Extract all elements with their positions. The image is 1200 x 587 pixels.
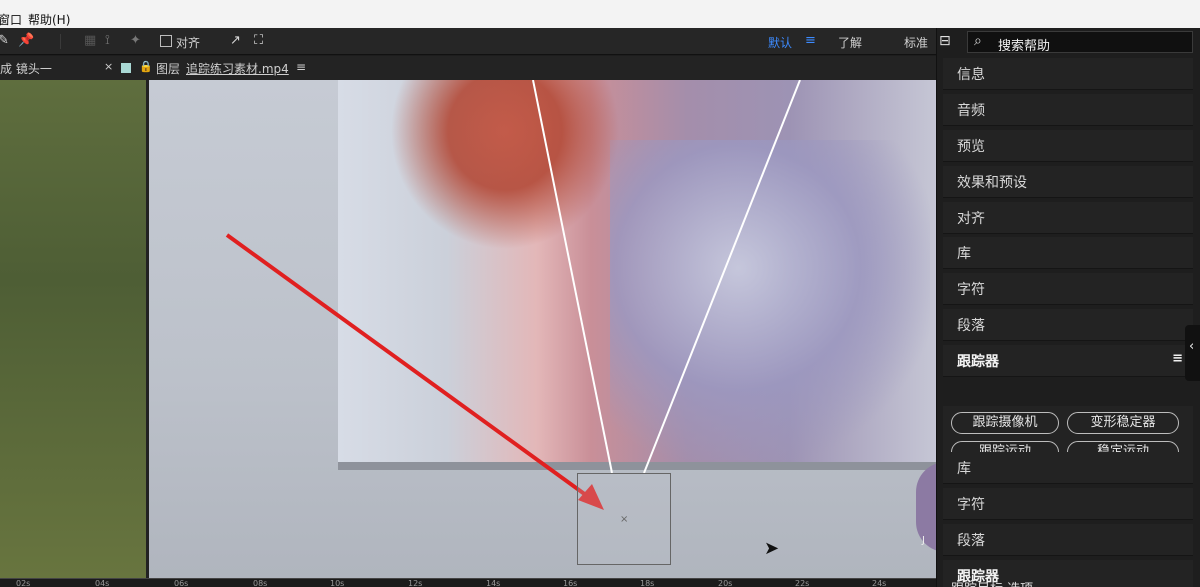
axis-icon[interactable]: ↗ [230, 33, 241, 48]
chevron-left-icon: ‹ [1189, 339, 1195, 354]
panel-title: 效果和预设 [957, 175, 1027, 191]
workspace-learn[interactable]: 了解 [838, 34, 862, 51]
ruler-tick: 12s [408, 579, 423, 587]
snap-icon[interactable]: ⛶ [254, 33, 263, 48]
panel-effects-presets[interactable]: 效果和预设 [943, 166, 1193, 198]
tracker-bottom-controls[interactable]: 跟踪目标 选项 [951, 578, 1191, 587]
track-guide-line-right [643, 80, 801, 474]
panel-title: 库 [957, 461, 971, 477]
track-camera-button[interactable]: 跟踪摄像机 [951, 412, 1059, 434]
search-help-label: 搜索帮助 [998, 39, 1051, 54]
panel-character[interactable]: 字符 [943, 273, 1193, 305]
tools-toolbar: ✎ 📌 ▦ ⟟ ✦ 对齐 ↗ ⛶ 默认 ≡ 了解 标准 [0, 28, 940, 55]
tab-composition[interactable]: 成 镜头一 [0, 60, 52, 77]
track-guide-line-left [532, 80, 613, 474]
menu-bar: 窗口 帮助(H) [0, 0, 1200, 28]
panel-title: 段落 [957, 533, 985, 549]
panel-align[interactable]: 对齐 [943, 202, 1193, 234]
thumbnail-letter: J [922, 535, 925, 546]
panel-character-2[interactable]: 字符 [943, 488, 1193, 520]
align-checkbox[interactable] [160, 35, 172, 47]
layer-viewer[interactable]: × ➤ J [0, 80, 940, 578]
move-cursor-icon: ➤ [764, 538, 780, 559]
right-panel-dock: ⊟ ⌕ 搜索帮助 信息 音频 预览 效果和预设 对齐 库 字符 段落 跟踪器 ≡… [936, 28, 1200, 587]
search-icon: ⌕ [974, 33, 982, 49]
panel-title: 对齐 [957, 211, 985, 227]
toolbar-separator [60, 34, 61, 49]
annotation-arrow-shaft [225, 233, 592, 500]
panel-title: 预览 [957, 139, 985, 155]
puppet-pin-icon[interactable]: ✦ [130, 33, 141, 48]
panel-title: 跟踪器 [957, 354, 999, 370]
shape-tool-icon[interactable]: ▦ [84, 33, 96, 48]
tab-layer-label: 图层 [156, 62, 181, 76]
pen-icon[interactable]: ✎ [0, 33, 9, 48]
warp-stabilizer-button[interactable]: 变形稳定器 [1067, 412, 1179, 434]
track-point-marker[interactable]: × [620, 514, 628, 525]
panel-audio[interactable]: 音频 [943, 94, 1193, 126]
ruler-tick: 24s [872, 579, 887, 587]
ruler-tick: 22s [795, 579, 810, 587]
menu-help[interactable]: 帮助(H) [28, 11, 70, 28]
panel-info[interactable]: 信息 [943, 58, 1193, 90]
panel-tracker-header[interactable]: 跟踪器 ≡ [943, 345, 1193, 377]
panel-title: 库 [957, 246, 971, 262]
panel-title: 音频 [957, 103, 985, 119]
panel-title: 字符 [957, 282, 985, 298]
panel-libraries-2[interactable]: 库 [943, 452, 1193, 484]
ruler-tick: 16s [563, 579, 578, 587]
workspace-default[interactable]: 默认 [768, 34, 792, 51]
ruler-tick: 10s [330, 579, 345, 587]
ruler-tick: 18s [640, 579, 655, 587]
ruler-tick: 08s [253, 579, 268, 587]
ruler-tick: 04s [95, 579, 110, 587]
tab-layer-source[interactable]: 追踪练习素材.mp4 [186, 60, 289, 77]
tab-menu-icon[interactable]: ≡ [296, 60, 306, 74]
panel-title: 字符 [957, 497, 985, 513]
align-label: 对齐 [176, 36, 201, 50]
ruler-tick: 06s [174, 579, 189, 587]
panel-tab-bar: 成 镜头一 × 🔒 图层 追踪练习素材.mp4 ≡ [0, 56, 940, 80]
search-help-field[interactable]: ⌕ 搜索帮助 [967, 31, 1193, 54]
menu-window[interactable]: 窗口 [0, 11, 22, 28]
ruler-tick: 02s [16, 579, 31, 587]
puppet-tool-icon[interactable]: ⟟ [105, 33, 110, 48]
panel-title: 段落 [957, 318, 985, 334]
ruler-tick: 20s [718, 579, 733, 587]
layer-color-swatch [121, 63, 131, 73]
workspace-standard[interactable]: 标准 [904, 34, 928, 51]
panel-options-icon[interactable]: ⊟ [939, 33, 957, 51]
panel-paragraph[interactable]: 段落 [943, 309, 1193, 341]
lock-icon[interactable]: 🔒 [139, 60, 153, 73]
timeline-ruler[interactable]: 02s 04s 06s 08s 10s 12s 14s 16s 18s 20s … [0, 578, 940, 587]
viewer-overlay [225, 80, 801, 510]
panel-title: 信息 [957, 67, 985, 83]
ruler-tick: 14s [486, 579, 501, 587]
panel-preview[interactable]: 预览 [943, 130, 1193, 162]
panel-menu-icon[interactable]: ≡ [1172, 351, 1183, 366]
pin-icon[interactable]: 📌 [18, 33, 34, 48]
workspace-menu-icon[interactable]: ≡ [805, 33, 816, 48]
panel-libraries[interactable]: 库 [943, 237, 1193, 269]
panel-paragraph-2[interactable]: 段落 [943, 524, 1193, 556]
close-icon[interactable]: × [104, 60, 113, 73]
